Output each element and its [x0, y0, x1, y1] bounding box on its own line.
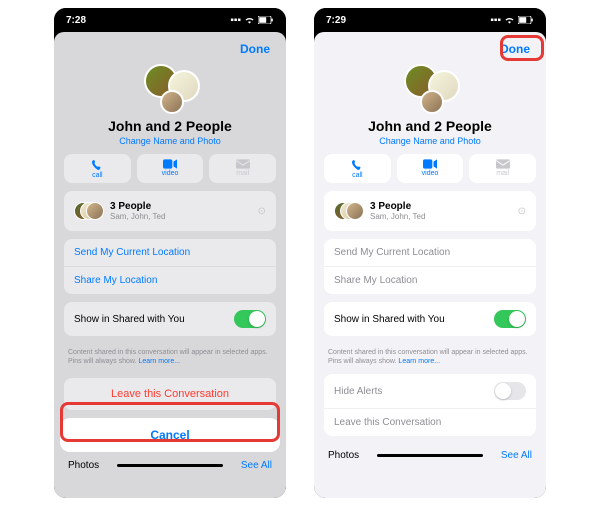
change-name-link[interactable]: Change Name and Photo — [314, 136, 546, 146]
signal-icon: ▪▪▪ — [230, 15, 241, 26]
people-card[interactable]: 3 People Sam, John, Ted ⊙ — [64, 191, 276, 231]
group-avatars — [314, 62, 546, 116]
screen: Done John and 2 People Change Name and P… — [54, 32, 286, 498]
home-indicator — [117, 464, 223, 467]
people-count: 3 People — [370, 201, 425, 212]
mail-icon — [496, 159, 510, 169]
people-count: 3 People — [110, 201, 165, 212]
photos-section: Photos See All — [314, 444, 546, 461]
battery-icon — [518, 16, 534, 24]
leave-conversation-button[interactable]: Leave this Conversation — [324, 409, 536, 436]
group-avatars — [54, 62, 286, 116]
avatar-3 — [420, 90, 444, 114]
shared-toggle[interactable] — [234, 310, 266, 328]
chevron-right-icon: ⊙ — [258, 206, 266, 217]
see-all-link[interactable]: See All — [241, 460, 272, 471]
header: Done — [314, 32, 546, 60]
status-time: 7:29 — [326, 15, 346, 26]
mail-label: mail — [236, 170, 249, 177]
status-bar: 7:29 ▪▪▪ — [314, 8, 546, 32]
phone-icon — [351, 159, 363, 171]
share-location-button[interactable]: Share My Location — [324, 267, 536, 294]
call-label: call — [352, 172, 363, 179]
shared-card: Show in Shared with You — [324, 302, 536, 336]
done-button[interactable]: Done — [496, 40, 534, 58]
call-button[interactable]: call — [324, 154, 391, 183]
hide-alerts-toggle[interactable] — [494, 382, 526, 400]
leave-conversation-button[interactable]: Leave this Conversation — [64, 378, 276, 410]
status-bar: 7:28 ▪▪▪ — [54, 8, 286, 32]
conversation-title: John and 2 People — [314, 118, 546, 134]
phone-right: 7:29 ▪▪▪ Done John and 2 People Change N… — [314, 8, 546, 498]
learn-more-link[interactable]: Learn more... — [398, 358, 440, 365]
signal-icon: ▪▪▪ — [490, 15, 501, 26]
photos-label: Photos — [68, 460, 99, 471]
shared-note: Content shared in this conversation will… — [54, 344, 286, 374]
location-card: Send My Current Location Share My Locati… — [64, 239, 276, 294]
alerts-card: Hide Alerts Leave this Conversation — [324, 374, 536, 436]
hide-alerts-label: Hide Alerts — [334, 386, 382, 397]
phone-left: 7:28 ▪▪▪ Done John and 2 People Change N… — [54, 8, 286, 498]
people-names: Sam, John, Ted — [110, 212, 165, 221]
video-icon — [423, 159, 437, 169]
mail-button: mail — [469, 154, 536, 183]
wifi-icon — [504, 16, 515, 24]
shared-toggle[interactable] — [494, 310, 526, 328]
mail-button: mail — [209, 154, 276, 183]
phone-icon — [91, 159, 103, 171]
video-button[interactable]: video — [137, 154, 204, 183]
screen: Done John and 2 People Change Name and P… — [314, 32, 546, 498]
home-indicator — [377, 454, 483, 457]
action-buttons: call video mail — [314, 154, 546, 183]
video-button[interactable]: video — [397, 154, 464, 183]
chevron-right-icon: ⊙ — [518, 206, 526, 217]
shared-label: Show in Shared with You — [334, 314, 445, 325]
mail-label: mail — [496, 170, 509, 177]
video-label: video — [162, 170, 179, 177]
share-location-button[interactable]: Share My Location — [64, 267, 276, 294]
conversation-title: John and 2 People — [54, 118, 286, 134]
shared-label: Show in Shared with You — [74, 314, 185, 325]
shared-card: Show in Shared with You — [64, 302, 276, 336]
avatar-3 — [160, 90, 184, 114]
video-icon — [163, 159, 177, 169]
cancel-button[interactable]: Cancel — [60, 418, 280, 452]
call-label: call — [92, 172, 103, 179]
people-avatars — [74, 199, 102, 223]
send-location-button[interactable]: Send My Current Location — [64, 239, 276, 267]
status-indicators: ▪▪▪ — [230, 15, 274, 26]
header: Done — [54, 32, 286, 60]
status-time: 7:28 — [66, 15, 86, 26]
status-indicators: ▪▪▪ — [490, 15, 534, 26]
call-button[interactable]: call — [64, 154, 131, 183]
wifi-icon — [244, 16, 255, 24]
battery-icon — [258, 16, 274, 24]
video-label: video — [422, 170, 439, 177]
learn-more-link[interactable]: Learn more... — [138, 358, 180, 365]
mail-icon — [236, 159, 250, 169]
see-all-link[interactable]: See All — [501, 450, 532, 461]
people-names: Sam, John, Ted — [370, 212, 425, 221]
shared-note: Content shared in this conversation will… — [314, 344, 546, 374]
photos-label: Photos — [328, 450, 359, 461]
change-name-link[interactable]: Change Name and Photo — [54, 136, 286, 146]
location-card: Send My Current Location Share My Locati… — [324, 239, 536, 294]
people-card[interactable]: 3 People Sam, John, Ted ⊙ — [324, 191, 536, 231]
done-button[interactable]: Done — [236, 40, 274, 58]
action-buttons: call video mail — [54, 154, 286, 183]
send-location-button[interactable]: Send My Current Location — [324, 239, 536, 267]
people-avatars — [334, 199, 362, 223]
photos-section: Photos See All — [54, 454, 286, 471]
